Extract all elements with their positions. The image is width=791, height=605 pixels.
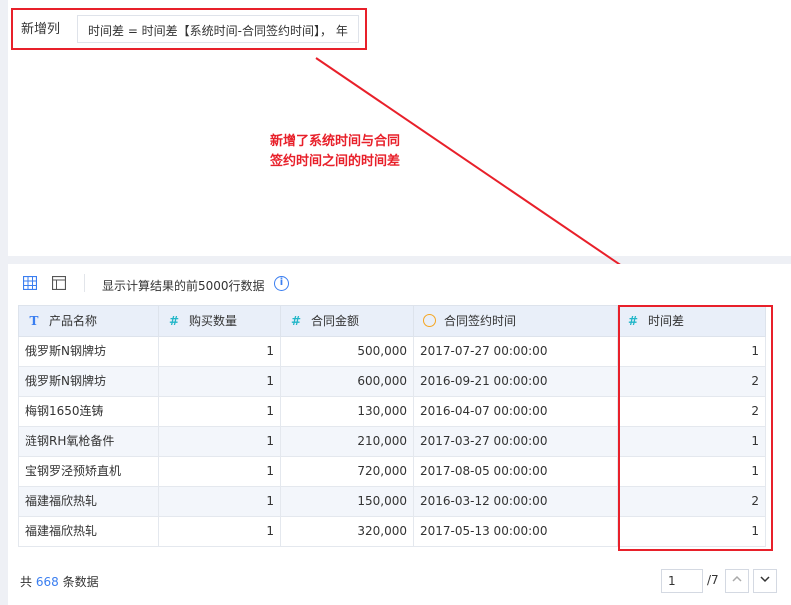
clock-icon xyxy=(422,314,436,327)
column-header-sign-date[interactable]: 合同签约时间 xyxy=(414,306,618,336)
cell-amount: 210,000 xyxy=(281,427,414,456)
next-page-button[interactable] xyxy=(753,569,777,593)
new-column-highlight: 新增列 时间差 = 时间差【系统时间-合同签约时间】， 年 xyxy=(11,8,367,50)
page-number-input[interactable]: 1 xyxy=(661,569,703,593)
cell-time-diff: 2 xyxy=(618,487,766,516)
chevron-down-icon xyxy=(760,576,770,583)
cell-quantity: 1 xyxy=(159,517,281,546)
cell-amount: 720,000 xyxy=(281,457,414,486)
cell-time-diff: 1 xyxy=(618,457,766,486)
row-limit-text: 显示计算结果的前5000行数据 xyxy=(102,279,265,293)
cell-amount: 320,000 xyxy=(281,517,414,546)
text-type-icon: T xyxy=(29,314,39,328)
cell-sign-date: 2017-07-27 00:00:00 xyxy=(414,337,618,366)
number-type-icon: # xyxy=(290,314,302,328)
cell-amount: 150,000 xyxy=(281,487,414,516)
cell-quantity: 1 xyxy=(159,427,281,456)
cell-product: 涟钢RH氧枪备件 xyxy=(19,427,159,456)
grid-icon[interactable] xyxy=(23,276,37,290)
formula-input[interactable]: 时间差 = 时间差【系统时间-合同签约时间】， 年 xyxy=(77,15,359,43)
column-header-quantity[interactable]: # 购买数量 xyxy=(159,306,281,336)
prev-page-button[interactable] xyxy=(725,569,749,593)
cell-product: 福建福欣热轧 xyxy=(19,517,159,546)
cell-quantity: 1 xyxy=(159,337,281,366)
cell-product: 梅钢1650连铸 xyxy=(19,397,159,426)
cell-quantity: 1 xyxy=(159,487,281,516)
cell-time-diff: 2 xyxy=(618,367,766,396)
cell-sign-date: 2016-04-07 00:00:00 xyxy=(414,397,618,426)
cell-time-diff: 1 xyxy=(618,517,766,546)
column-header-time-diff[interactable]: # 时间差 xyxy=(618,306,767,336)
table-row[interactable]: 俄罗斯N钢牌坊 1 600,000 2016-09-21 00:00:00 2 xyxy=(18,367,766,397)
cell-time-diff: 1 xyxy=(618,337,766,366)
annotation-line-2: 签约时间之间的时间差 xyxy=(270,154,401,169)
cell-sign-date: 2017-03-27 00:00:00 xyxy=(414,427,618,456)
cell-product: 俄罗斯N钢牌坊 xyxy=(19,367,159,396)
preview-toolbar: 显示计算结果的前5000行数据 i xyxy=(8,264,791,302)
cell-time-diff: 1 xyxy=(618,427,766,456)
info-icon[interactable]: i xyxy=(274,276,289,291)
column-header-product[interactable]: T 产品名称 xyxy=(19,306,159,336)
table-row[interactable]: 福建福欣热轧 1 150,000 2016-03-12 00:00:00 2 xyxy=(18,487,766,517)
number-type-icon: # xyxy=(627,314,639,328)
cell-quantity: 1 xyxy=(159,367,281,396)
table-row[interactable]: 福建福欣热轧 1 320,000 2017-05-13 00:00:00 1 xyxy=(18,517,766,547)
number-type-icon: # xyxy=(168,314,180,328)
cell-time-diff: 2 xyxy=(618,397,766,426)
cell-amount: 500,000 xyxy=(281,337,414,366)
cell-product: 宝钢罗泾预矫直机 xyxy=(19,457,159,486)
table-icon[interactable] xyxy=(52,276,66,290)
cell-product: 福建福欣热轧 xyxy=(19,487,159,516)
table-header: T 产品名称 # 购买数量 # 合同金额 合同签约时间 # 时间差 xyxy=(18,305,766,337)
preview-panel: 显示计算结果的前5000行数据 i T 产品名称 # 购买数量 # 合同金额 合同签约… xyxy=(8,264,791,605)
annotation-line-1: 新增了系统时间与合同 xyxy=(270,134,401,149)
cell-quantity: 1 xyxy=(159,457,281,486)
column-header-amount[interactable]: # 合同金额 xyxy=(281,306,414,336)
cell-sign-date: 2017-05-13 00:00:00 xyxy=(414,517,618,546)
total-pages: /7 xyxy=(707,573,719,587)
cell-sign-date: 2016-03-12 00:00:00 xyxy=(414,487,618,516)
chevron-up-icon xyxy=(732,575,742,582)
toolbar-divider xyxy=(84,274,85,292)
table-row[interactable]: 俄罗斯N钢牌坊 1 500,000 2017-07-27 00:00:00 1 xyxy=(18,337,766,367)
cell-sign-date: 2016-09-21 00:00:00 xyxy=(414,367,618,396)
table-row[interactable]: 涟钢RH氧枪备件 1 210,000 2017-03-27 00:00:00 1 xyxy=(18,427,766,457)
annotation-note: 新增了系统时间与合同 签约时间之间的时间差 xyxy=(270,132,430,172)
cell-amount: 600,000 xyxy=(281,367,414,396)
cell-amount: 130,000 xyxy=(281,397,414,426)
table-row[interactable]: 梅钢1650连铸 1 130,000 2016-04-07 00:00:00 2 xyxy=(18,397,766,427)
cell-product: 俄罗斯N钢牌坊 xyxy=(19,337,159,366)
new-column-label: 新增列 xyxy=(21,22,61,37)
record-count: 共 668 条数据 xyxy=(20,575,99,589)
record-count-value: 668 xyxy=(35,575,59,589)
cell-sign-date: 2017-08-05 00:00:00 xyxy=(414,457,618,486)
cell-quantity: 1 xyxy=(159,397,281,426)
table-row[interactable]: 宝钢罗泾预矫直机 1 720,000 2017-08-05 00:00:00 1 xyxy=(18,457,766,487)
